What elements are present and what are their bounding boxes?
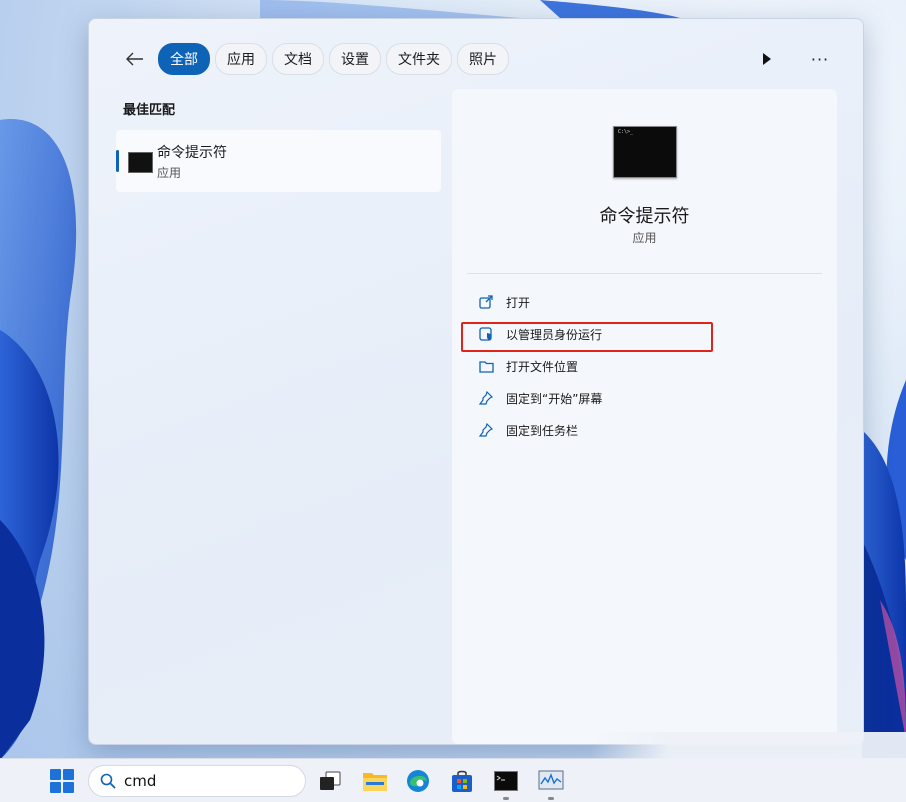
detail-app-name: 命令提示符 bbox=[599, 206, 690, 227]
action-label: 固定到任务栏 bbox=[506, 423, 579, 438]
tab-all[interactable]: 全部 bbox=[158, 43, 210, 75]
result-name: 命令提示符 bbox=[157, 145, 227, 161]
action-open-file-location[interactable]: 打开文件位置 bbox=[476, 354, 578, 378]
play-icon bbox=[763, 53, 771, 65]
divider bbox=[467, 273, 822, 274]
detail-app-type: 应用 bbox=[632, 231, 657, 245]
task-view-icon[interactable] bbox=[316, 767, 344, 795]
action-label: 固定到“开始”屏幕 bbox=[506, 391, 603, 406]
running-indicator bbox=[503, 797, 509, 800]
play-button[interactable] bbox=[753, 45, 781, 73]
store-icon[interactable] bbox=[448, 767, 476, 795]
action-label: 打开 bbox=[506, 295, 531, 310]
prompt-text: C:\>_ bbox=[618, 129, 634, 135]
admin-shield-icon bbox=[476, 324, 496, 344]
command-prompt-icon[interactable] bbox=[492, 767, 520, 800]
result-detail-pane: C:\>_ 命令提示符 应用 打开 以管理员身份运行 打开文件位置 固定到“开始… bbox=[452, 89, 837, 744]
command-prompt-icon bbox=[128, 152, 153, 173]
start-icon[interactable] bbox=[50, 769, 74, 793]
running-indicator bbox=[548, 797, 554, 800]
filter-tabs: 全部 应用 文档 设置 文件夹 照片 bbox=[158, 43, 509, 75]
best-match-heading: 最佳匹配 bbox=[123, 103, 176, 118]
file-explorer-icon[interactable] bbox=[361, 767, 389, 795]
pin-icon bbox=[476, 388, 496, 408]
best-match-result[interactable]: 命令提示符 应用 bbox=[116, 130, 441, 192]
tab-photos[interactable]: 照片 bbox=[457, 43, 509, 75]
action-run-as-admin[interactable]: 以管理员身份运行 bbox=[476, 322, 602, 346]
selection-indicator bbox=[116, 150, 119, 172]
start-search-panel: 全部 应用 文档 设置 文件夹 照片 ··· 最佳匹配 命令提示符 应用 C:\… bbox=[88, 18, 864, 745]
action-pin-to-start[interactable]: 固定到“开始”屏幕 bbox=[476, 386, 602, 410]
tab-apps[interactable]: 应用 bbox=[215, 43, 267, 75]
action-open[interactable]: 打开 bbox=[476, 290, 530, 314]
search-icon bbox=[100, 773, 116, 789]
search-query[interactable]: cmd bbox=[124, 772, 156, 790]
taskbar-search-box[interactable]: cmd bbox=[88, 765, 306, 797]
back-button[interactable] bbox=[119, 43, 151, 75]
action-label: 以管理员身份运行 bbox=[506, 327, 603, 342]
result-type: 应用 bbox=[157, 166, 182, 180]
open-external-icon bbox=[476, 292, 496, 312]
tab-settings[interactable]: 设置 bbox=[329, 43, 381, 75]
command-prompt-icon: C:\>_ bbox=[613, 126, 677, 178]
pin-icon bbox=[476, 420, 496, 440]
blur-overlay bbox=[590, 732, 906, 772]
action-label: 打开文件位置 bbox=[506, 359, 579, 374]
more-options-button[interactable]: ··· bbox=[805, 45, 835, 73]
edge-icon[interactable] bbox=[404, 767, 432, 795]
folder-icon bbox=[476, 356, 496, 376]
back-arrow-icon bbox=[126, 52, 143, 66]
tab-documents[interactable]: 文档 bbox=[272, 43, 324, 75]
action-pin-to-taskbar[interactable]: 固定到任务栏 bbox=[476, 418, 578, 442]
search-filter-bar: 全部 应用 文档 设置 文件夹 照片 ··· bbox=[89, 19, 863, 97]
more-icon: ··· bbox=[810, 49, 830, 69]
performance-monitor-icon[interactable] bbox=[537, 767, 565, 800]
tab-folders[interactable]: 文件夹 bbox=[386, 43, 452, 75]
